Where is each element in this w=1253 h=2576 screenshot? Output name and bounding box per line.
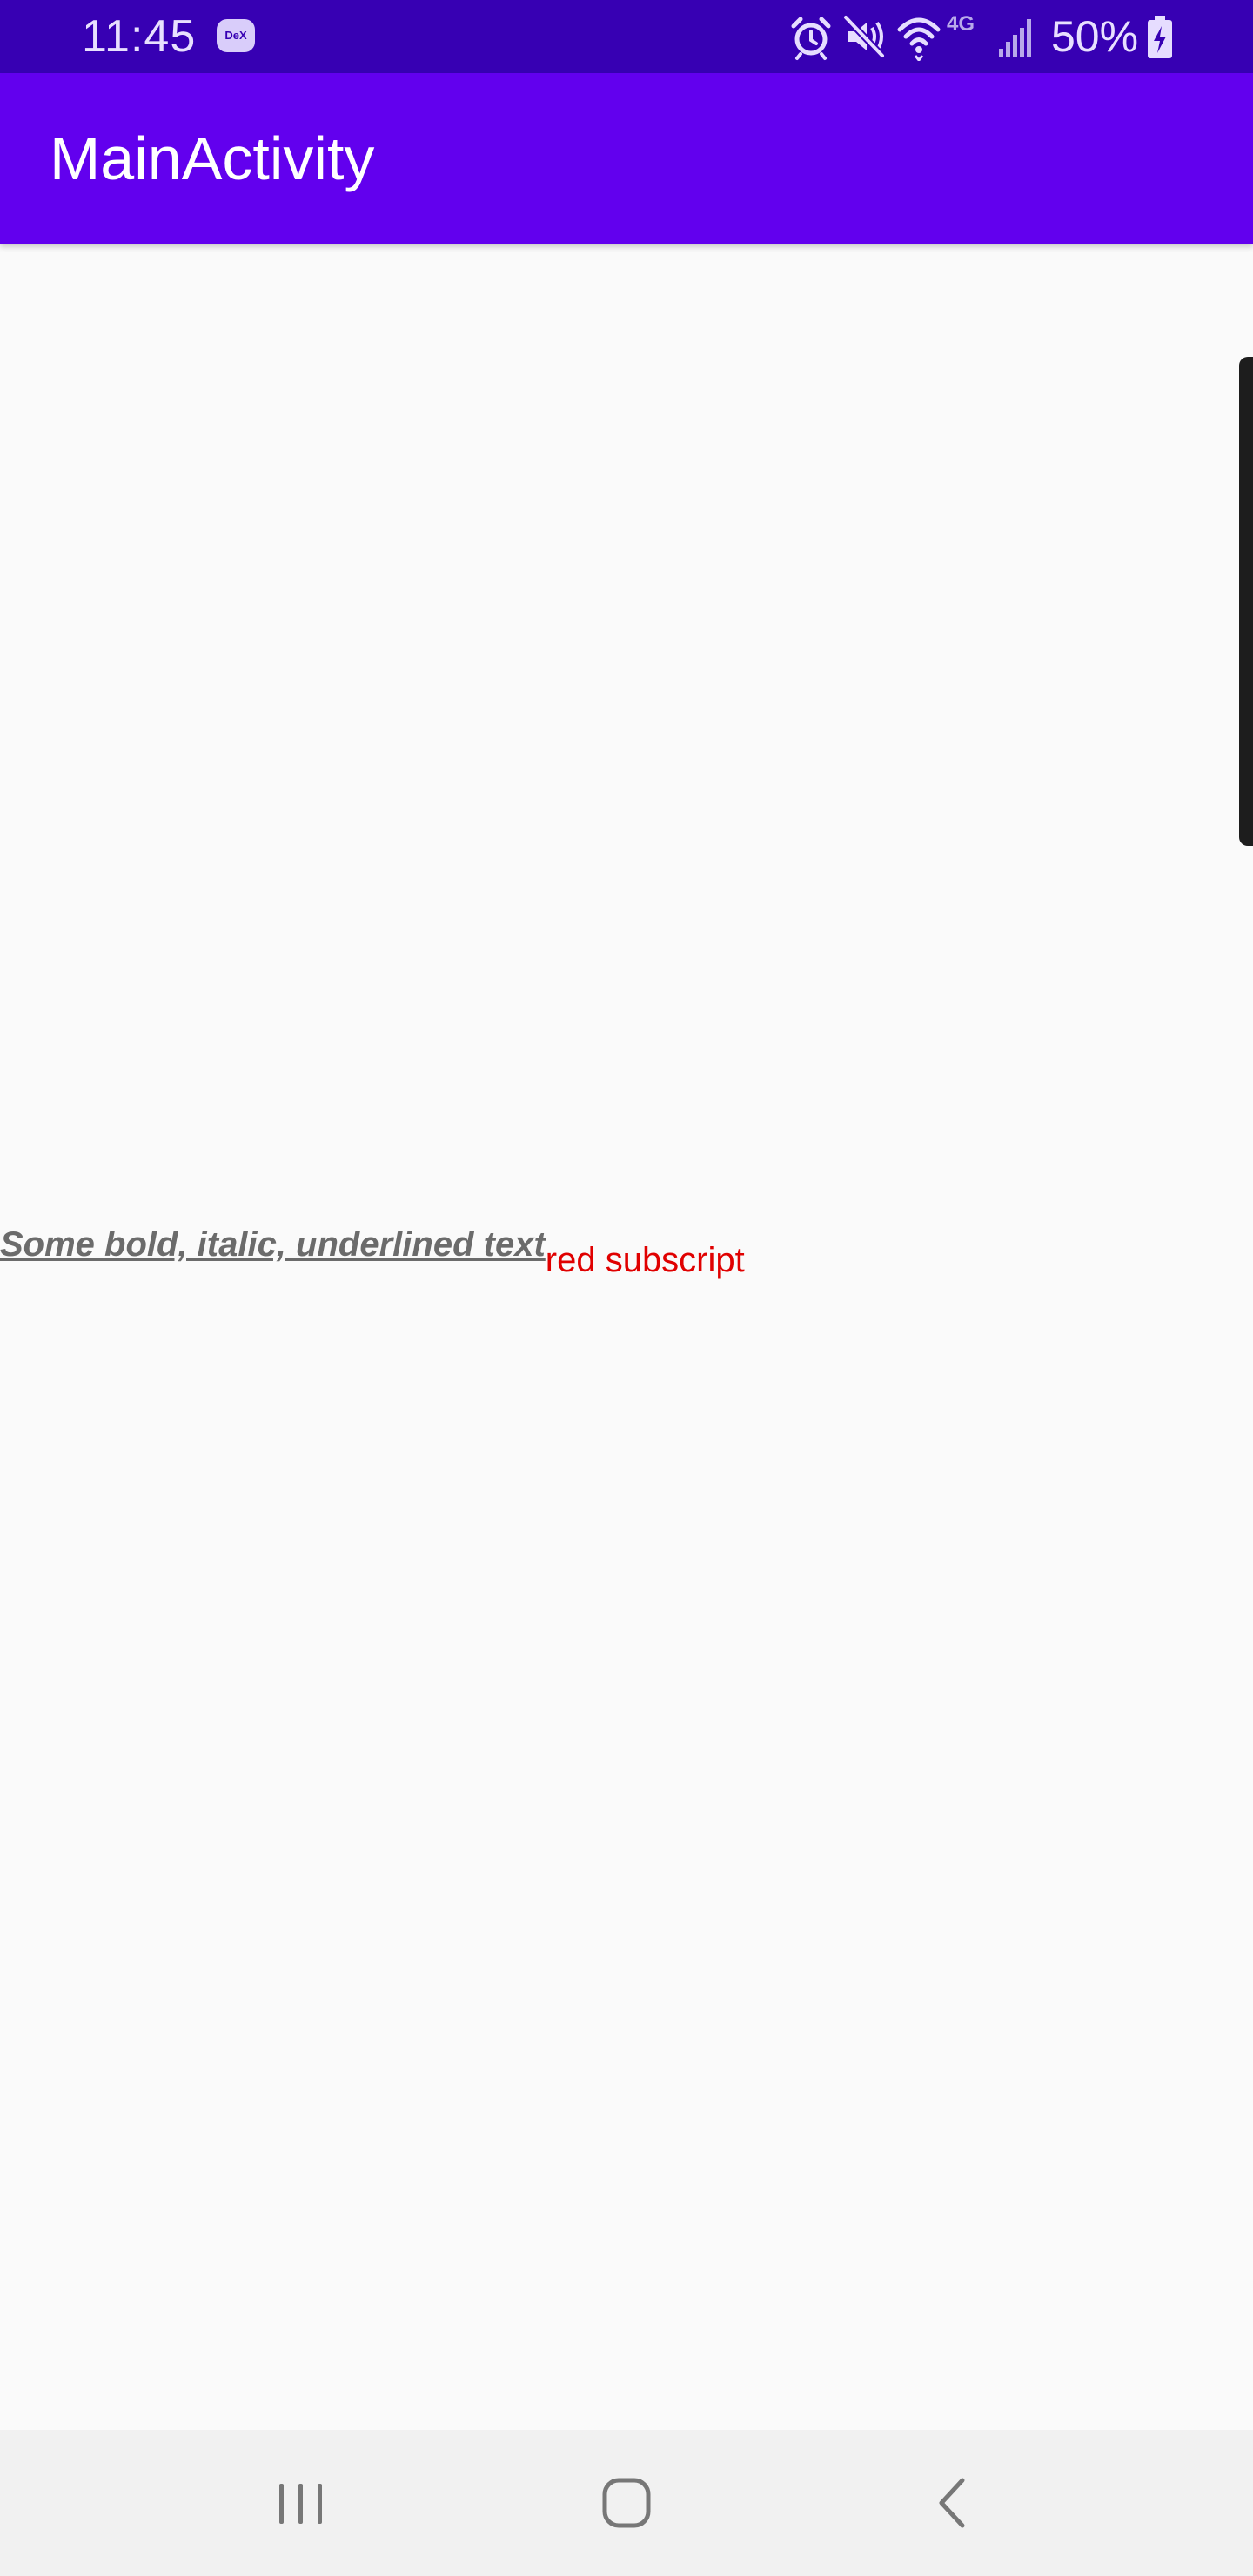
dex-icon: DeX [217, 19, 255, 52]
mute-icon [843, 15, 885, 58]
app-bar: MainActivity [0, 73, 1253, 244]
wifi-icon [897, 17, 941, 61]
screen: 11:45 DeX 4G 50% MainActivity Some bold,… [0, 0, 1253, 2576]
network-type-label: 4G [947, 12, 975, 36]
edge-panel-handle[interactable] [1239, 357, 1253, 846]
home-icon[interactable] [587, 2470, 666, 2536]
page-title: MainActivity [50, 124, 375, 192]
battery-percent: 50% [1051, 12, 1139, 61]
styled-text-line: Some bold, italic, underlined textred su… [0, 1220, 745, 1290]
status-bar: 11:45 DeX 4G 50% [0, 0, 1253, 73]
red-subscript-text: red subscript [545, 1241, 745, 1279]
status-time: 11:45 [82, 11, 197, 62]
signal-icon [999, 19, 1031, 57]
bold-italic-underlined-text: Some bold, italic, underlined text [0, 1225, 546, 1264]
recents-icon[interactable] [262, 2470, 340, 2536]
battery-charging-icon [1148, 16, 1172, 58]
navigation-bar [0, 2430, 1253, 2576]
back-icon[interactable] [914, 2470, 992, 2536]
alarm-icon [791, 17, 831, 60]
